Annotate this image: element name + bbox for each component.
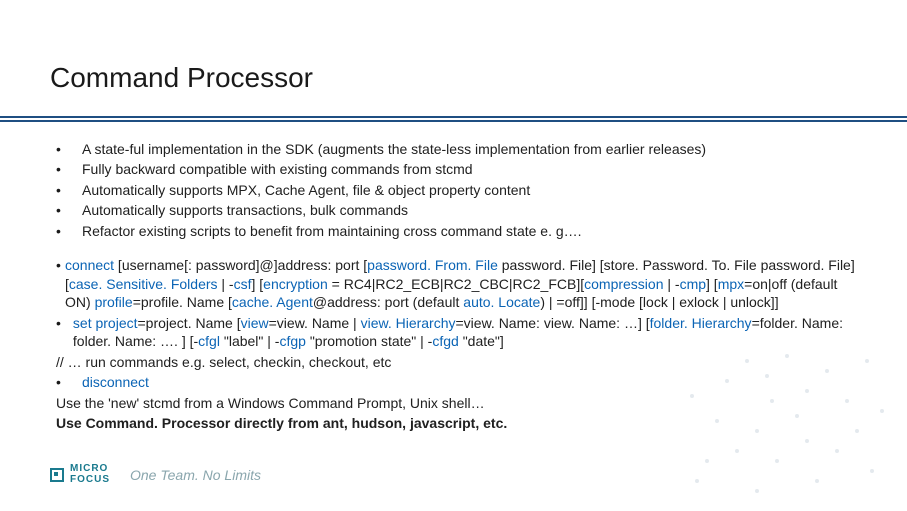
microfocus-logo: MICRO FOCUS [50, 464, 110, 485]
list-item: •Fully backward compatible with existing… [82, 160, 856, 178]
run-commands-line: // … run commands e.g. select, checkin, … [56, 353, 856, 371]
divider-top [0, 116, 907, 118]
list-item-text: Automatically supports transactions, bul… [82, 201, 408, 219]
list-item-text: A state-ful implementation in the SDK (a… [82, 140, 706, 158]
logo-line1: MICRO [70, 464, 110, 475]
intro-bullets: •A state-ful implementation in the SDK (… [56, 140, 856, 240]
slide: Command Processor •A state-ful implement… [0, 0, 907, 511]
list-item-text: connect [username[: password]@]address: … [65, 256, 856, 311]
footer: MICRO FOCUS One Team. No Limits [50, 464, 261, 485]
bullet-icon: • [56, 256, 65, 311]
list-item: •Automatically supports MPX, Cache Agent… [82, 181, 856, 199]
list-item: •connect [username[: password]@]address:… [82, 256, 856, 311]
list-item-text: Fully backward compatible with existing … [82, 160, 473, 178]
command-bullets: •connect [username[: password]@]address:… [56, 256, 856, 350]
body-content: •A state-ful implementation in the SDK (… [56, 140, 856, 435]
list-item-text: disconnect [82, 373, 149, 391]
bold-summary-line: Use Command. Processor directly from ant… [56, 414, 856, 432]
bullet-icon: • [56, 201, 82, 219]
list-item-text: Automatically supports MPX, Cache Agent,… [82, 181, 530, 199]
logo-text: MICRO FOCUS [70, 464, 110, 485]
list-item: •set project=project. Name [view=view. N… [82, 314, 856, 351]
list-item: •A state-ful implementation in the SDK (… [82, 140, 856, 158]
tagline: One Team. No Limits [130, 467, 261, 483]
list-item: •Refactor existing scripts to benefit fr… [82, 222, 856, 240]
list-item-text: Refactor existing scripts to benefit fro… [82, 222, 582, 240]
bullet-icon: • [56, 181, 82, 199]
bullet-icon: • [56, 314, 73, 351]
page-title: Command Processor [50, 62, 313, 94]
list-item-text: set project=project. Name [view=view. Na… [73, 314, 856, 351]
bullet-icon: • [56, 373, 82, 391]
divider-bottom [0, 120, 907, 122]
list-item: •disconnect [82, 373, 856, 391]
disconnect-bullet: •disconnect [56, 373, 856, 391]
list-item: •Automatically supports transactions, bu… [82, 201, 856, 219]
stcmd-line: Use the 'new' stcmd from a Windows Comma… [56, 394, 856, 412]
bullet-icon: • [56, 140, 82, 158]
logo-square-icon [50, 468, 64, 482]
bullet-icon: • [56, 160, 82, 178]
logo-line2: FOCUS [70, 475, 110, 486]
bullet-icon: • [56, 222, 82, 240]
